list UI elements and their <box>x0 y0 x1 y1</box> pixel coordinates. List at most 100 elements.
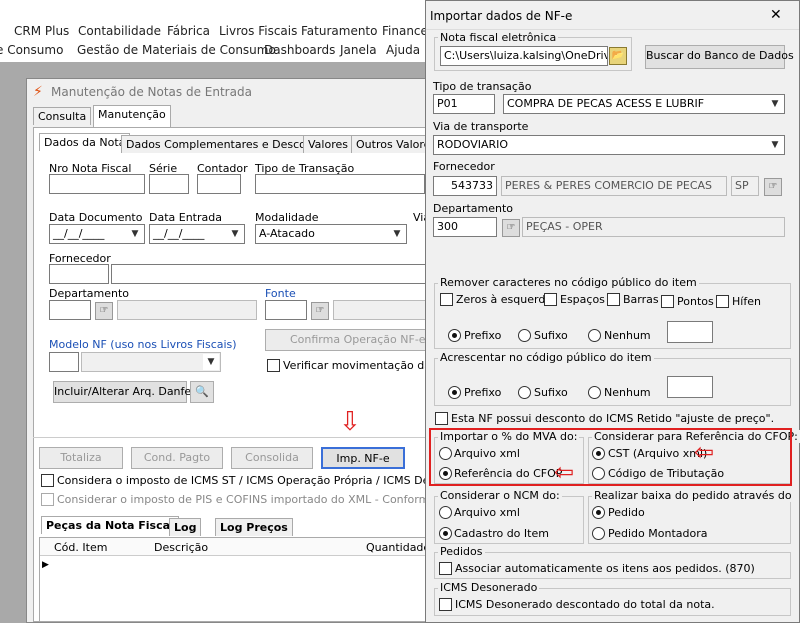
subtab-dados-nota[interactable]: Dados da Nota <box>39 133 131 151</box>
nro-input[interactable] <box>49 174 145 194</box>
icms-checkbox[interactable] <box>439 598 452 611</box>
tab-log[interactable]: Log <box>169 518 202 536</box>
menu-consumo[interactable]: e Consumo <box>0 43 63 57</box>
modalidade-select[interactable]: A-Atacado ▼ <box>255 224 407 244</box>
verificar-checkbox[interactable] <box>267 359 280 372</box>
import-nfe-dialog: Importar dados de NF-e ✕ Nota fiscal ele… <box>425 0 800 623</box>
menu-dashboards[interactable]: Dashboards <box>264 43 335 57</box>
consolida-button[interactable]: Consolida <box>231 447 313 469</box>
chevron-down-icon[interactable]: ▼ <box>203 354 219 370</box>
menu-gestao[interactable]: Gestão de Materiais de Consumo <box>77 43 276 57</box>
window-title: Manutenção de Notas de Entrada <box>51 85 252 99</box>
lookup-icon[interactable]: ☞ <box>502 219 520 237</box>
acr-nenhum-label: Nenhum <box>604 386 651 399</box>
acr-text-input[interactable] <box>667 376 713 398</box>
incluir-danfe-button[interactable]: Incluir/Alterar Arq. Danfe <box>53 381 191 403</box>
rem-text-input[interactable] <box>667 321 713 343</box>
verificar-label: Verificar movimentação das p <box>283 359 448 372</box>
modelo-input[interactable] <box>49 352 79 372</box>
menu-fabrica[interactable]: Fábrica <box>167 24 210 38</box>
tipo-select[interactable]: COMPRA DE PECAS ACESS E LUBRIF ▼ <box>503 94 785 114</box>
modalidade-value: A-Atacado <box>259 227 315 240</box>
arrow-left-icon: ⇦ <box>694 438 715 466</box>
confirma-nfe-button[interactable]: Confirma Operação NF-e (4 <box>265 329 443 351</box>
subtab-complementares[interactable]: Dados Complementares e Desconto <box>121 135 329 153</box>
app-logo-icon: ⚡ <box>33 84 43 100</box>
menu-contabilidade[interactable]: Contabilidade <box>78 24 161 38</box>
folder-icon[interactable]: 📂 <box>609 47 627 65</box>
buscar-banco-button[interactable]: Buscar do Banco de Dados <box>645 45 794 69</box>
dialog-title: Importar dados de NF-e <box>430 9 573 23</box>
fornecedor-name-input[interactable] <box>111 264 431 284</box>
tipo-input[interactable] <box>255 174 425 194</box>
chevron-down-icon[interactable]: ▼ <box>127 226 143 242</box>
nota-path-input[interactable]: C:\Users\luiza.kalsing\OneDrive - <box>440 46 608 66</box>
lookup-icon[interactable]: ☞ <box>311 302 329 320</box>
ncm-cadastro-radio[interactable] <box>439 527 452 540</box>
highlight-box <box>429 428 792 486</box>
espacos-checkbox[interactable] <box>544 293 557 306</box>
modelo-select[interactable]: ▼ <box>81 352 221 372</box>
icms-st-checkbox[interactable] <box>41 474 54 487</box>
rem-sufixo-radio[interactable] <box>518 329 531 342</box>
hifen-checkbox[interactable] <box>716 295 729 308</box>
chevron-down-icon[interactable]: ▼ <box>767 137 783 153</box>
menu-financeiro[interactable]: Finance <box>382 24 428 38</box>
lookup-icon[interactable]: ☞ <box>95 302 113 320</box>
tab-log-precos[interactable]: Log Preços <box>215 518 293 536</box>
acr-nenhum-radio[interactable] <box>588 386 601 399</box>
baixa-title: Realizar baixa do pedido através do <box>592 489 794 502</box>
lookup-icon[interactable]: ☞ <box>764 178 782 196</box>
menu-ajuda[interactable]: Ajuda <box>386 43 420 57</box>
rem-nenhum-radio[interactable] <box>588 329 601 342</box>
items-grid[interactable]: Cód. Item Descrição Quantidade ▶ <box>39 537 444 622</box>
baixa-pedido-radio[interactable] <box>592 506 605 519</box>
tab-manutencao[interactable]: Manutenção <box>93 105 171 127</box>
chevron-down-icon[interactable]: ▼ <box>227 226 243 242</box>
fornecedor-code-input[interactable] <box>49 264 109 284</box>
pis-cofins-checkbox[interactable] <box>41 493 54 506</box>
tipo-label: Tipo de transação <box>433 80 532 93</box>
departamento-name <box>117 300 257 320</box>
search-icon[interactable]: 🔍 <box>190 381 214 403</box>
tab-consulta[interactable]: Consulta <box>33 107 92 125</box>
col-quantidade: Quantidade <box>366 541 431 554</box>
menu-livros[interactable]: Livros Fiscais <box>219 24 297 38</box>
acr-prefixo-radio[interactable] <box>448 386 461 399</box>
pontos-checkbox[interactable] <box>661 295 674 308</box>
close-icon[interactable]: ✕ <box>770 7 782 23</box>
fonte-input[interactable] <box>265 300 307 320</box>
fornecedor-code-input[interactable]: 543733 <box>433 176 497 196</box>
barras-label: Barras <box>623 293 659 306</box>
zeros-checkbox[interactable] <box>440 293 453 306</box>
totaliza-button[interactable]: Totaliza <box>39 447 123 469</box>
menu-janela[interactable]: Janela <box>340 43 377 57</box>
departamento-code-input[interactable]: 300 <box>433 217 497 237</box>
chevron-down-icon[interactable]: ▼ <box>767 96 783 112</box>
imp-nfe-button[interactable]: Imp. NF-e <box>321 447 405 469</box>
cond-pagto-button[interactable]: Cond. Pagto <box>131 447 223 469</box>
ncm-xml-radio[interactable] <box>439 506 452 519</box>
tab-pecas[interactable]: Peças da Nota Fiscal <box>41 516 179 534</box>
rem-prefixo-radio[interactable] <box>448 329 461 342</box>
menu-crm[interactable]: CRM Plus <box>14 24 69 38</box>
pedidos-label: Associar automaticamente os itens aos pe… <box>455 562 755 575</box>
chevron-down-icon[interactable]: ▼ <box>389 226 405 242</box>
dataent-input[interactable]: __/__/____ ▼ <box>149 224 245 244</box>
contador-input[interactable] <box>197 174 241 194</box>
departamento-label: Departamento <box>433 202 514 215</box>
baixa-montadora-radio[interactable] <box>592 527 605 540</box>
barras-checkbox[interactable] <box>607 293 620 306</box>
datadoc-input[interactable]: __/__/____ ▼ <box>49 224 145 244</box>
serie-input[interactable] <box>149 174 189 194</box>
arrow-down-icon: ⇩ <box>339 407 361 437</box>
subtab-valores[interactable]: Valores <box>303 135 353 153</box>
pedidos-checkbox[interactable] <box>439 562 452 575</box>
menu-faturamento[interactable]: Faturamento <box>301 24 377 38</box>
label-modelo: Modelo NF (uso nos Livros Fiscais) <box>49 338 237 351</box>
tipo-code-input[interactable]: P01 <box>433 94 495 114</box>
departamento-input[interactable] <box>49 300 91 320</box>
acr-sufixo-radio[interactable] <box>518 386 531 399</box>
desconto-checkbox[interactable] <box>435 412 448 425</box>
via-select[interactable]: RODOVIARIO ▼ <box>433 135 785 155</box>
